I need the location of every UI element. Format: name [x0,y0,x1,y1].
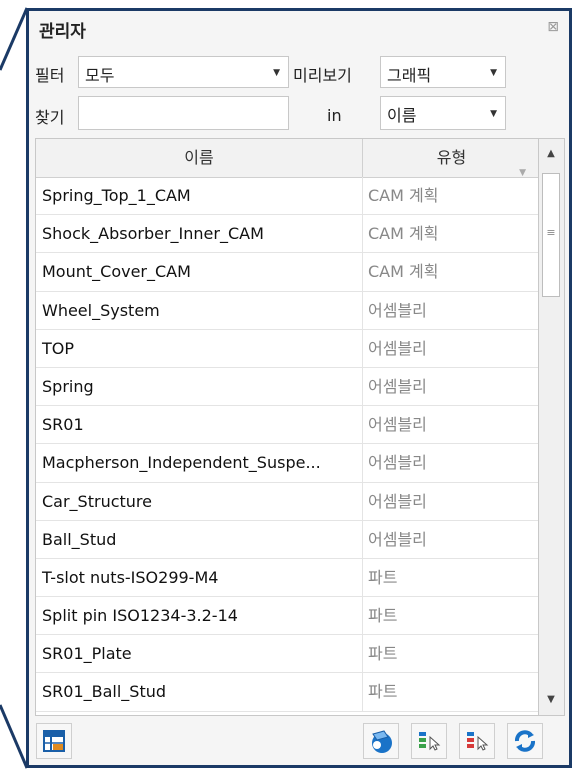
search-field-dropdown[interactable]: 이름 ▼ [380,96,506,130]
grip-icon: ≡ [546,226,556,239]
select-red-icon [467,732,489,751]
in-label: in [327,106,342,125]
search-input[interactable] [78,96,289,130]
table-row[interactable]: Wheel_System 어셈블리 [36,291,538,330]
chevron-down-icon: ▼ [273,68,280,78]
chevron-down-icon: ▼ [490,109,497,119]
filter-dropdown[interactable]: 모두 ▼ [78,56,289,88]
table-row[interactable]: Spring_Top_1_CAM CAM 계획 [36,177,538,216]
scroll-down-arrow-icon[interactable]: ▼ [539,685,563,715]
table-row[interactable]: Shock_Absorber_Inner_CAM CAM 계획 [36,215,538,254]
row-name-cell: Car_Structure [36,482,363,520]
vertical-scrollbar[interactable]: ▲ ≡ ▼ [539,138,565,716]
table-row[interactable]: Ball_Stud 어셈블리 [36,520,538,559]
bottom-toolbar [29,716,569,765]
row-type-cell: 어셈블리 [368,529,427,549]
scroll-up-arrow-icon[interactable]: ▲ [539,139,563,169]
preview-value: 그래픽 [387,66,432,85]
chevron-down-icon: ▼ [490,68,497,78]
row-type-cell: 어셈블리 [368,338,427,358]
row-type-cell: 어셈블리 [368,300,427,320]
preview-dropdown[interactable]: 그래픽 ▼ [380,56,506,88]
table-row[interactable]: SR01_Plate 파트 [36,635,538,674]
select-green-button[interactable] [411,723,447,759]
filter-label: 필터 [35,66,65,85]
3d-view-icon [372,730,392,753]
column-header-type[interactable]: 유형 ▼ [363,139,538,178]
row-name-cell: SR01_Plate [36,635,363,673]
row-type-cell: 파트 [368,682,398,702]
refresh-icon [515,730,535,752]
row-name-cell: Macpherson_Independent_Suspe... [36,444,363,482]
3d-view-button[interactable] [363,723,399,759]
refresh-button[interactable] [507,723,543,759]
grid-view-button[interactable] [36,723,72,759]
column-header-name[interactable]: 이름 [36,139,363,177]
table-row[interactable]: Spring 어셈블리 [36,367,538,407]
select-green-icon [419,732,441,751]
row-name-cell: Spring_Top_1_CAM [36,177,363,215]
objects-table: 이름 유형 ▼ Spring_Top_1_CAM CAM 계획 Shock_Abso… [35,138,539,716]
row-type-cell: 어셈블리 [368,453,427,473]
table-row[interactable]: T-slot nuts-ISO299-M4 파트 [36,558,538,598]
table-row[interactable]: Macpherson_Independent_Suspe... 어셈블리 [36,444,538,483]
scrollbar-thumb[interactable]: ≡ [542,173,560,297]
row-type-cell: 파트 [368,606,398,626]
row-name-cell: Spring [36,367,363,406]
close-icon[interactable]: ⊠ [547,19,559,35]
table-body: Spring_Top_1_CAM CAM 계획 Shock_Absorber_Inn… [36,177,538,712]
select-red-button[interactable] [459,723,495,759]
row-type-cell: 파트 [368,567,398,587]
row-name-cell: Shock_Absorber_Inner_CAM [36,215,363,253]
row-name-cell: Ball_Stud [36,520,363,558]
column-header-type-label: 유형 [436,148,467,167]
table-header: 이름 유형 ▼ [36,139,538,178]
row-name-cell: TOP [36,329,363,367]
table-row[interactable]: Split pin ISO1234-3.2-14 파트 [36,597,538,636]
panel-title: 관리자 [39,22,86,42]
table-row[interactable]: Car_Structure 어셈블리 [36,482,538,521]
grid-view-icon [43,730,65,752]
row-name-cell: Mount_Cover_CAM [36,253,363,291]
row-name-cell: Split pin ISO1234-3.2-14 [36,597,363,635]
table-row[interactable]: SR01_Ball_Stud 파트 [36,673,538,712]
preview-label: 미리보기 [293,66,352,85]
table-row[interactable]: SR01 어셈블리 [36,406,538,445]
filter-value: 모두 [85,66,115,85]
row-type-cell: 어셈블리 [368,415,427,435]
table-row[interactable]: Mount_Cover_CAM CAM 계획 [36,253,538,292]
row-type-cell: 파트 [368,644,398,664]
table-row[interactable]: TOP 어셈블리 [36,329,538,368]
row-type-cell: CAM 계획 [368,224,439,244]
search-label: 찾기 [35,108,65,127]
row-type-cell: CAM 계획 [368,186,439,205]
row-name-cell: SR01 [36,406,363,444]
row-type-cell: 어셈블리 [368,376,427,396]
row-name-cell: T-slot nuts-ISO299-M4 [36,558,363,597]
row-name-cell: Wheel_System [36,291,363,329]
row-type-cell: CAM 계획 [368,262,439,282]
search-field-value: 이름 [387,106,417,125]
row-name-cell: SR01_Ball_Stud [36,673,363,711]
window-frame: 관리자 ⊠ 필터 모두 ▼ 미리보기 그래픽 ▼ 찾기 in 이름 ▼ 이름 유 [0,0,579,773]
row-type-cell: 어셈블리 [368,491,427,511]
manager-panel: 관리자 ⊠ 필터 모두 ▼ 미리보기 그래픽 ▼ 찾기 in 이름 ▼ 이름 유 [26,8,572,768]
